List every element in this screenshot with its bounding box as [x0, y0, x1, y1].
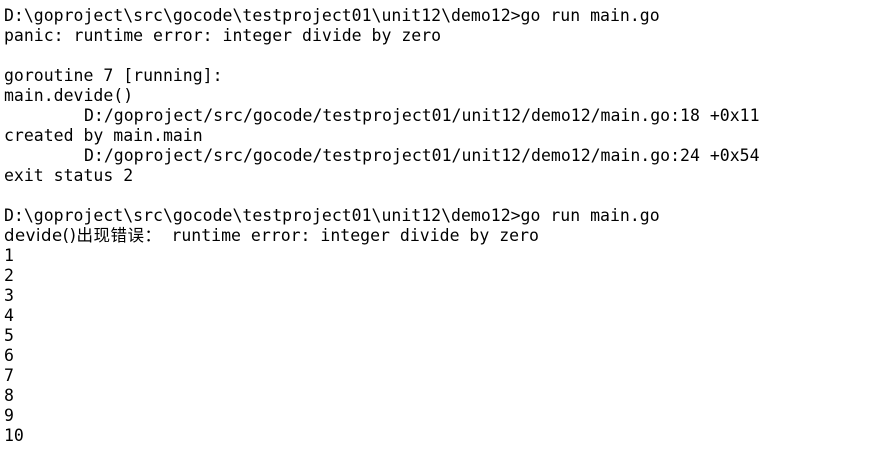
stack-frame-function: main.devide() — [4, 86, 134, 105]
goroutine-line: goroutine 7 [running]: — [4, 66, 223, 85]
stack-frame-path: D:/goproject/src/gocode/testproject01/un… — [84, 106, 760, 125]
number-output-line: 5 — [4, 326, 14, 345]
recover-output-line: devide()出现错误： runtime error: integer div… — [4, 226, 882, 246]
recover-prefix: devide()出现错误： — [4, 226, 162, 245]
number-output-line: 7 — [4, 366, 14, 385]
exit-status-line: exit status 2 — [4, 166, 134, 185]
stack-frame-path: D:/goproject/src/gocode/testproject01/un… — [84, 146, 760, 165]
prompt-command-line: D:\goproject\src\gocode\testproject01\un… — [4, 206, 660, 225]
number-output-line: 2 — [4, 266, 14, 285]
number-output-line: 9 — [4, 406, 14, 425]
number-output-line: 3 — [4, 286, 14, 305]
number-output-line: 8 — [4, 386, 14, 405]
number-output-line: 6 — [4, 346, 14, 365]
number-output-line: 1 — [4, 246, 14, 265]
recover-message: runtime error: integer divide by zero — [161, 226, 539, 245]
panic-line: panic: runtime error: integer divide by … — [4, 26, 442, 45]
console-output[interactable]: D:\goproject\src\gocode\testproject01\un… — [4, 6, 882, 446]
number-output-line: 10 — [4, 426, 24, 445]
created-by-line: created by main.main — [4, 126, 203, 145]
prompt-command-line: D:\goproject\src\gocode\testproject01\un… — [4, 6, 660, 25]
number-output-line: 4 — [4, 306, 14, 325]
